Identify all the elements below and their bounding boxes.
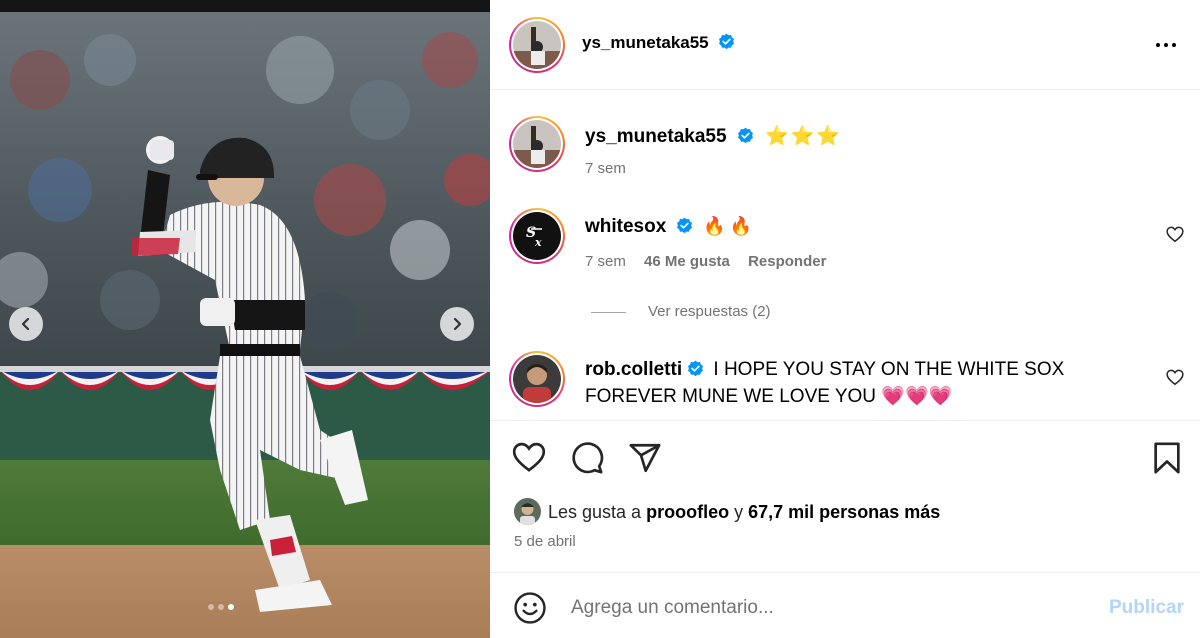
svg-text:x: x bbox=[534, 236, 542, 249]
comment-likes-count[interactable]: 46 Me gusta bbox=[644, 253, 730, 270]
post-panel: ys_munetaka55 ys_munetaka55 ⭐⭐⭐ 7 sem S … bbox=[490, 0, 1200, 638]
liker-avatar-image bbox=[514, 498, 541, 525]
comment-username[interactable]: rob.colletti bbox=[585, 359, 682, 380]
whitesox-avatar[interactable]: S x bbox=[509, 208, 565, 264]
carousel-indicator bbox=[208, 604, 234, 610]
bookmark-icon[interactable] bbox=[1152, 441, 1182, 475]
comment-whitesox: whitesox 🔥🔥 bbox=[585, 216, 756, 238]
media-top-bar bbox=[0, 0, 490, 12]
carousel-dot-active bbox=[228, 604, 234, 610]
share-icon[interactable] bbox=[628, 441, 662, 475]
next-slide-button[interactable] bbox=[440, 307, 474, 341]
comment-heart-icon[interactable] bbox=[1166, 226, 1184, 243]
more-icon bbox=[1156, 43, 1160, 47]
comment-username[interactable]: whitesox bbox=[585, 216, 666, 237]
comment-input[interactable]: Agrega un comentario... bbox=[571, 597, 774, 619]
replies-line bbox=[591, 312, 626, 313]
comment-icon[interactable] bbox=[570, 441, 604, 475]
whitesox-logo-icon: S x bbox=[526, 225, 542, 249]
caption: ys_munetaka55 ⭐⭐⭐ bbox=[585, 124, 842, 148]
caption-time: 7 sem bbox=[585, 160, 626, 177]
divider bbox=[490, 572, 1200, 573]
verified-icon bbox=[737, 127, 753, 144]
comment-rob-colletti: rob.colletti I HOPE YOU STAY ON THE WHIT… bbox=[585, 356, 1145, 410]
post-date: 5 de abril bbox=[514, 533, 576, 550]
comment-meta: 7 sem 46 Me gusta Responder bbox=[585, 253, 826, 270]
likes-prefix: Les gusta a bbox=[548, 502, 642, 522]
caption-text: ⭐⭐⭐ bbox=[765, 126, 843, 147]
chevron-right-icon bbox=[453, 317, 462, 331]
post-comment-button[interactable]: Publicar bbox=[1109, 597, 1184, 619]
rob-colletti-avatar[interactable] bbox=[509, 351, 565, 407]
liker-avatar[interactable] bbox=[514, 498, 541, 525]
author-avatar[interactable] bbox=[509, 17, 565, 73]
more-options-button[interactable] bbox=[1149, 35, 1183, 55]
carousel-dot bbox=[208, 604, 214, 610]
post-header: ys_munetaka55 bbox=[490, 0, 1200, 90]
verified-icon bbox=[719, 33, 735, 50]
comment-heart-icon[interactable] bbox=[1166, 369, 1184, 386]
author-username[interactable]: ys_munetaka55 bbox=[582, 33, 709, 52]
carousel-dot bbox=[218, 604, 224, 610]
author-avatar-image bbox=[513, 21, 561, 69]
verified-icon bbox=[688, 360, 704, 377]
comment-text: 🔥🔥 bbox=[703, 216, 757, 236]
likes-others[interactable]: 67,7 mil personas más bbox=[748, 502, 940, 522]
emoji-icon[interactable] bbox=[513, 591, 547, 625]
player-photo bbox=[0, 12, 490, 638]
chevron-left-icon bbox=[21, 317, 30, 331]
likes-connector: y bbox=[734, 502, 744, 522]
likes-summary: Les gusta a prooofleo y 67,7 mil persona… bbox=[548, 502, 940, 523]
caption-username[interactable]: ys_munetaka55 bbox=[585, 126, 727, 147]
heart-icon[interactable] bbox=[512, 442, 546, 473]
reply-button[interactable]: Responder bbox=[748, 253, 826, 270]
previous-slide-button[interactable] bbox=[9, 307, 43, 341]
comment-time: 7 sem bbox=[585, 253, 626, 270]
view-replies-button[interactable]: Ver respuestas (2) bbox=[648, 303, 771, 320]
caption-avatar-image bbox=[513, 120, 561, 168]
liker-username[interactable]: prooofleo bbox=[646, 502, 729, 522]
divider bbox=[490, 420, 1200, 421]
rob-colletti-avatar-image bbox=[513, 355, 561, 403]
verified-icon bbox=[676, 217, 692, 234]
caption-avatar[interactable] bbox=[509, 116, 565, 172]
post-media[interactable] bbox=[0, 0, 490, 638]
